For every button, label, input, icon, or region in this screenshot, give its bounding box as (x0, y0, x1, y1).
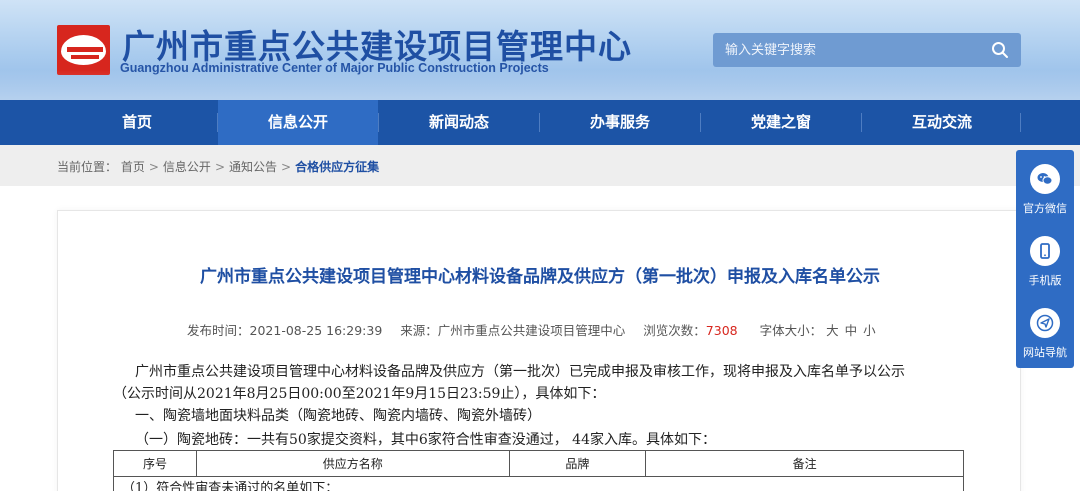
article-meta: 发布时间：2021-08-25 16:29:39 来源：广州市重点公共建设项目管… (187, 320, 882, 339)
breadcrumb: 当前位置： 首页 > 信息公开 > 通知公告 > 合格供应方征集 (57, 160, 380, 174)
site-header: 广州市重点公共建设项目管理中心 Guangzhou Administrative… (0, 0, 1080, 100)
sidebar-item-label: 网站导航 (1023, 346, 1067, 359)
search-box (713, 33, 1021, 67)
article-paragraph-4: （一）陶瓷地砖：一共有50家提交资料，其中6家符合性审查没通过， 44家入库。具… (135, 432, 716, 448)
fontsize-large-button[interactable]: 大 (826, 323, 839, 338)
fontsize-label: 字体大小： (759, 323, 823, 338)
table-header-index: 序号 (113, 450, 197, 477)
main-nav: 首页 信息公开 新闻动态 办事服务 党建之窗 互动交流 (0, 100, 1080, 145)
site-logo[interactable] (57, 25, 110, 75)
breadcrumb-prefix: 当前位置： (57, 160, 118, 174)
sidebar-item-label: 手机版 (1028, 274, 1062, 287)
fontsize-medium-button[interactable]: 中 (845, 323, 858, 338)
table-row: （1）符合性审查未通过的名单如下： (113, 476, 964, 491)
views-label: 浏览次数： (643, 323, 706, 338)
breadcrumb-current[interactable]: 合格供应方征集 (295, 160, 379, 174)
nav-item-services[interactable]: 办事服务 (540, 100, 700, 145)
search-icon[interactable] (991, 41, 1009, 59)
table-header-remark: 备注 (645, 450, 964, 477)
search-input[interactable] (713, 33, 983, 67)
article-paragraph-2: （公示时间从2021年8月25日00:00至2021年9月15日23:59止），… (113, 386, 606, 402)
navigation-icon (1036, 314, 1054, 332)
floating-sidebar: 官方微信 手机版 网站导航 (1016, 150, 1074, 368)
fontsize-small-button[interactable]: 小 (863, 323, 876, 338)
table-header-brand: 品牌 (508, 450, 647, 477)
article-paragraph-1: 广州市重点公共建设项目管理中心材料设备品牌及供应方（第一批次）已完成申报及审核工… (135, 364, 905, 380)
nav-item-home[interactable]: 首页 (57, 100, 217, 145)
breadcrumb-notices[interactable]: 通知公告 (229, 160, 277, 174)
publish-time: 2021-08-25 16:29:39 (249, 323, 383, 338)
wechat-icon (1037, 173, 1053, 185)
sidebar-item-sitemap[interactable]: 网站导航 (1016, 300, 1074, 370)
mobile-icon (1040, 243, 1050, 259)
publish-label: 发布时间： (187, 323, 250, 338)
table-header-supplier: 供应方名称 (195, 450, 510, 477)
nav-item-party-building[interactable]: 党建之窗 (701, 100, 861, 145)
source-label: 来源： (400, 323, 438, 338)
breadcrumb-home[interactable]: 首页 (121, 160, 145, 174)
nav-item-interaction[interactable]: 互动交流 (862, 100, 1022, 145)
sidebar-item-wechat[interactable]: 官方微信 (1016, 156, 1074, 226)
table-section-note: （1）符合性审查未通过的名单如下： (113, 476, 964, 491)
supplier-table: 序号 供应方名称 品牌 备注 （1）符合性审查未通过的名单如下： (113, 450, 964, 491)
sidebar-item-label: 官方微信 (1023, 202, 1067, 215)
nav-item-news[interactable]: 新闻动态 (379, 100, 539, 145)
nav-item-info-disclosure[interactable]: 信息公开 (218, 100, 378, 145)
article-title: 广州市重点公共建设项目管理中心材料设备品牌及供应方（第一批次）申报及入库名单公示 (200, 267, 880, 287)
site-subtitle-en: Guangzhou Administrative Center of Major… (120, 61, 549, 75)
article-paragraph-3: 一、陶瓷墙地面块料品类（陶瓷地砖、陶瓷内墙砖、陶瓷外墙砖） (135, 408, 541, 424)
breadcrumb-bar: 当前位置： 首页 > 信息公开 > 通知公告 > 合格供应方征集 (0, 145, 1080, 186)
table-header-row: 序号 供应方名称 品牌 备注 (113, 450, 964, 477)
breadcrumb-info[interactable]: 信息公开 (163, 160, 211, 174)
views-count: 7308 (705, 323, 738, 338)
sidebar-item-mobile[interactable]: 手机版 (1016, 228, 1074, 298)
source-name: 广州市重点公共建设项目管理中心 (437, 323, 626, 338)
